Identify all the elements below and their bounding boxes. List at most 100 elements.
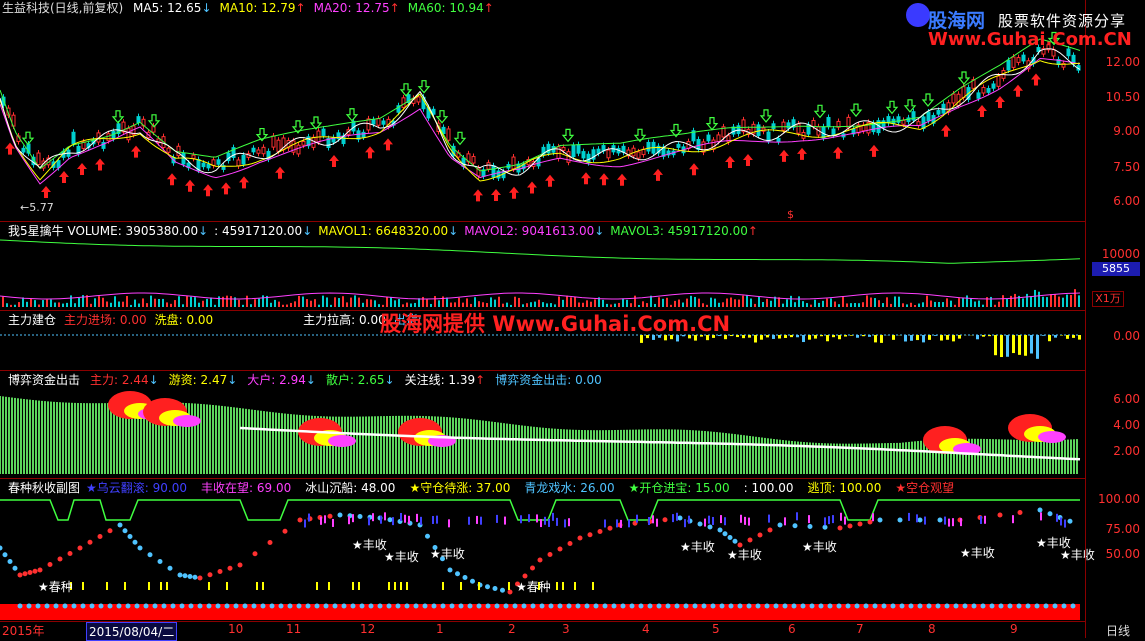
zhuli-bar — [928, 335, 931, 340]
zhuli-bar — [1030, 335, 1033, 354]
legend-item: 游资: 2.47 — [169, 373, 228, 387]
volume-bar — [650, 296, 652, 307]
candle-body — [262, 147, 265, 153]
zhuli-bar — [1066, 335, 1069, 339]
volume-bar — [342, 296, 344, 307]
arrow-down-icon: ↓ — [448, 224, 458, 238]
chunzhong-dot — [1053, 604, 1058, 609]
volume-bar — [278, 302, 280, 307]
volume-bar — [418, 298, 420, 307]
chunzhong-dot — [342, 604, 347, 609]
chunzhong-tick — [808, 515, 810, 523]
zhuli-bar — [922, 335, 925, 342]
candle-body — [167, 148, 170, 152]
chunzhong-curve-dot — [123, 528, 128, 533]
chunzhong-dot — [405, 604, 410, 609]
chunzhong-curve-dot — [328, 514, 333, 519]
volume-bar — [206, 299, 208, 307]
chunzhong-dot — [684, 604, 689, 609]
buy-arrow-icon — [995, 96, 1005, 108]
chunzhong-curve-dot — [793, 523, 798, 528]
volume-bar — [886, 297, 888, 307]
buy-arrow-icon — [203, 184, 213, 196]
zhuli-legend: 主力建仓主力进场: 0.00洗盘: 0.00主力拉高: 0.00出货: — [2, 313, 422, 327]
buy-arrow-icon — [599, 173, 609, 185]
chunzhong-dot — [558, 604, 563, 609]
chunzhong-curve-dot — [838, 526, 843, 531]
volume-bar — [482, 302, 484, 307]
legend-item: MA20: 12.75 — [314, 1, 390, 15]
candle-body — [212, 160, 215, 166]
chunzhong-tick — [720, 515, 722, 523]
volume-bar — [798, 296, 800, 307]
volume-bar — [274, 300, 276, 307]
volume-bar — [622, 298, 624, 307]
zhuli-bar — [766, 335, 769, 337]
legend-item: 洗盘: 0.00 — [155, 313, 214, 327]
chunzhong-low-tick — [148, 582, 150, 590]
price-axis[interactable]: 12.0010.509.007.506.00100000.006.004.002… — [1085, 0, 1145, 638]
volume-bar — [370, 300, 372, 307]
arrow-up-icon: ↑ — [484, 1, 494, 15]
zhuli-bar — [988, 335, 991, 336]
period-label[interactable]: 日线 — [1106, 622, 1130, 639]
chunzhong-dot — [1035, 604, 1040, 609]
chunzhong-dot — [603, 604, 608, 609]
candle-body — [202, 163, 205, 166]
chunzhong-curve-dot — [128, 534, 133, 539]
chunzhong-tick — [1012, 515, 1014, 523]
volume-bar — [618, 303, 620, 307]
volume-bar — [134, 300, 136, 307]
chunzhong-tick — [768, 515, 770, 523]
candle-body — [582, 152, 585, 158]
chunzhong-curve-dot — [938, 518, 943, 523]
chunzhong-dot — [909, 604, 914, 609]
legend-item: 散户: 2.65 — [326, 373, 385, 387]
chunzhong-tick — [948, 519, 950, 527]
volume-bar — [114, 296, 116, 307]
volume-bar — [486, 303, 488, 307]
chunzhong-dot — [711, 604, 716, 609]
volume-bar — [610, 304, 612, 307]
volume-bar — [74, 303, 76, 307]
volume-bar — [558, 296, 560, 307]
volume-bar — [54, 303, 56, 307]
chunzhong-tick — [380, 516, 382, 524]
volume-bar — [934, 302, 936, 307]
volume-bar — [522, 304, 524, 307]
legend-item: MAVOL2: 9041613.00 — [464, 224, 594, 238]
candle-body — [372, 120, 375, 124]
zhuli-bar — [820, 335, 823, 336]
volume-bar — [902, 303, 904, 307]
volume-bar — [182, 304, 184, 307]
zhuli-bar — [1024, 335, 1027, 356]
arrow-up-icon: ↑ — [748, 224, 758, 238]
volume-bar — [846, 303, 848, 307]
chunzhong-tick — [372, 513, 374, 521]
volume-bar — [766, 299, 768, 307]
chunzhong-tick — [548, 519, 550, 527]
volume-bar — [806, 303, 808, 307]
chunzhong-tick — [636, 515, 638, 523]
candle-body — [237, 160, 240, 166]
volume-bar — [810, 305, 812, 307]
buy-arrow-icon — [653, 169, 663, 181]
sell-arrow-icon — [815, 105, 825, 117]
candle-body — [767, 132, 770, 141]
chunzhong-dot — [954, 604, 959, 609]
candle-body — [707, 135, 710, 141]
chunzhong-curve-dot — [808, 524, 813, 529]
chunzhong-tick — [496, 515, 498, 523]
signal-label: ★丰收 — [430, 545, 465, 562]
candle-body — [902, 120, 905, 124]
volume-bar — [454, 302, 456, 307]
buy-arrow-icon — [1013, 85, 1023, 97]
chunzhong-curve-dot — [998, 513, 1003, 518]
volume-bar — [410, 303, 412, 307]
candle-body — [587, 154, 590, 162]
volume-bar — [78, 298, 80, 307]
buy-arrow-icon — [491, 189, 501, 201]
chunzhong-curve-dot — [118, 523, 123, 528]
volume-bar — [894, 296, 896, 307]
chunzhong-dot — [729, 604, 734, 609]
